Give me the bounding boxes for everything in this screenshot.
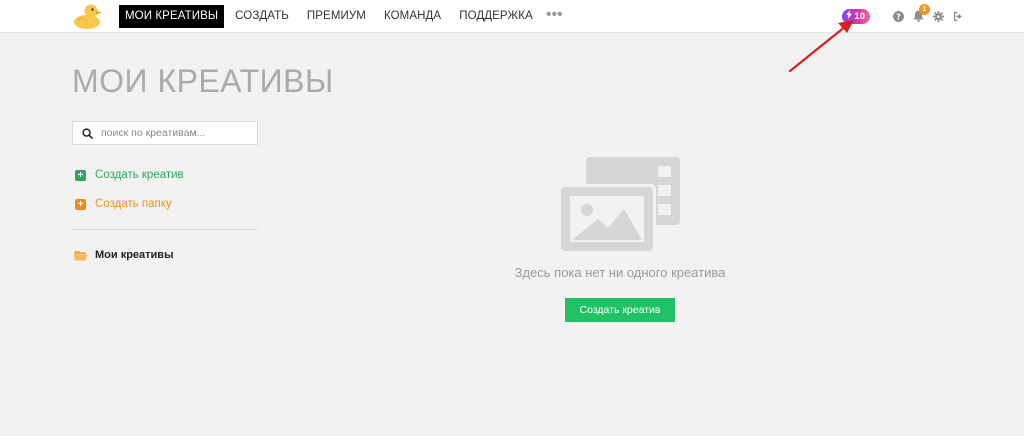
help-icon[interactable]: ? bbox=[892, 10, 904, 22]
page-title: МОИ КРЕАТИВЫ bbox=[72, 63, 334, 99]
folder-open-icon bbox=[74, 250, 88, 261]
folder-item-my-creatives[interactable]: Мои креативы bbox=[74, 249, 173, 261]
credits-count: 10 bbox=[854, 10, 865, 22]
create-creative-label: Создать креатив bbox=[95, 169, 184, 181]
svg-text:?: ? bbox=[896, 12, 901, 21]
credits-badge[interactable]: 10 bbox=[842, 8, 870, 24]
search-icon bbox=[73, 127, 101, 139]
top-navbar: МОИ КРЕАТИВЫ СОЗДАТЬ ПРЕМИУМ КОМАНДА ПОД… bbox=[0, 0, 1024, 33]
create-creative-button[interactable]: Создать креатив bbox=[565, 298, 675, 322]
plus-square-icon: + bbox=[75, 198, 86, 210]
empty-media-icon bbox=[558, 157, 680, 254]
duck-logo-icon[interactable] bbox=[72, 2, 104, 30]
notification-count-badge: 1 bbox=[919, 4, 930, 15]
main-nav: МОИ КРЕАТИВЫ СОЗДАТЬ ПРЕМИУМ КОМАНДА ПОД… bbox=[119, 5, 563, 28]
nav-my-creatives[interactable]: МОИ КРЕАТИВЫ bbox=[119, 5, 225, 28]
search-box[interactable] bbox=[72, 121, 258, 145]
gear-icon[interactable] bbox=[932, 10, 944, 22]
create-creative-link[interactable]: + Создать креатив bbox=[75, 169, 184, 181]
nav-create[interactable]: СОЗДАТЬ bbox=[228, 5, 296, 28]
sidebar-divider bbox=[72, 229, 258, 230]
plus-square-icon: + bbox=[75, 169, 86, 181]
logout-icon[interactable] bbox=[952, 10, 964, 22]
bolt-icon bbox=[846, 10, 853, 22]
nav-team[interactable]: КОМАНДА bbox=[377, 5, 448, 28]
toolbar-right: 10 ? 1 bbox=[842, 4, 964, 24]
nav-premium[interactable]: ПРЕМИУМ bbox=[300, 5, 373, 28]
folder-name: Мои креативы bbox=[95, 249, 174, 261]
search-input[interactable] bbox=[101, 127, 251, 139]
nav-support[interactable]: ПОДДЕРЖКА bbox=[452, 5, 540, 28]
create-folder-link[interactable]: + Создать папку bbox=[75, 198, 172, 210]
create-folder-label: Создать папку bbox=[95, 198, 172, 210]
bell-icon[interactable]: 1 bbox=[912, 4, 930, 22]
empty-state-message: Здесь пока нет ни одного креатива bbox=[514, 265, 726, 280]
more-menu-icon[interactable]: ••• bbox=[546, 5, 563, 28]
